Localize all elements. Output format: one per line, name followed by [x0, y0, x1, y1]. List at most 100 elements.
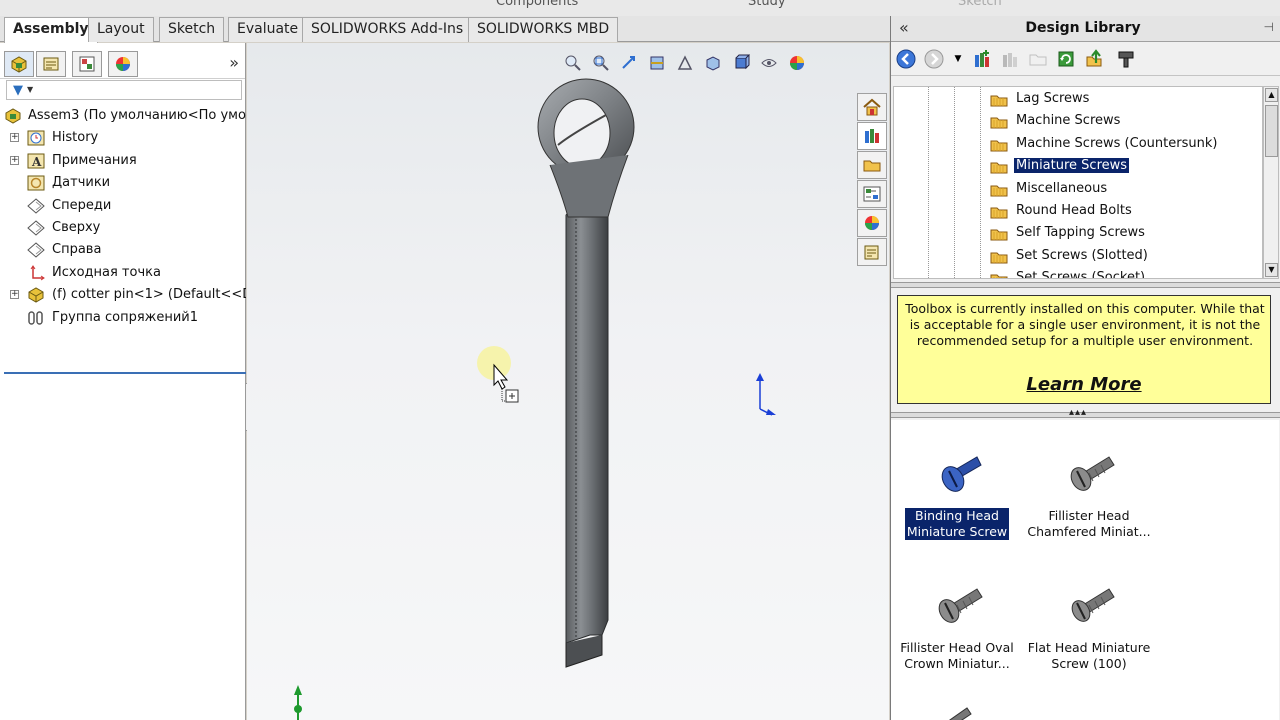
tree-item-mates[interactable]: Группа сопряжений1	[0, 307, 246, 329]
task-pane-custom-properties-tab[interactable]	[857, 238, 887, 266]
task-pane-file-explorer-tab[interactable]	[857, 151, 887, 179]
back-arrow-icon[interactable]	[895, 48, 917, 70]
sensor-icon	[27, 175, 45, 191]
tree-item-sensors[interactable]: Датчики	[0, 172, 246, 194]
property-manager-tab[interactable]	[36, 51, 66, 77]
library-item-fillister-head-chamfered[interactable]: Fillister Head Chamfered Miniat...	[1023, 438, 1155, 540]
folder-item-selected[interactable]: Miniature Screws	[984, 156, 1262, 178]
folder-tree-scrollbar[interactable]: ▲ ▼	[1263, 86, 1279, 279]
previous-view-icon[interactable]	[618, 53, 640, 73]
tab-evaluate[interactable]: Evaluate	[228, 17, 308, 42]
folder-item[interactable]: Self Tapping Screws	[984, 223, 1262, 245]
tree-item-label: Сверху	[52, 219, 101, 235]
ribbon-study-label[interactable]: Study	[748, 0, 786, 9]
tab-sketch[interactable]: Sketch	[159, 17, 225, 42]
configuration-manager-tab[interactable]	[72, 51, 102, 77]
design-library-icon	[865, 129, 879, 143]
folder-item[interactable]: Set Screws (Slotted)	[984, 246, 1262, 268]
svg-text:A: A	[31, 155, 42, 169]
task-pane-view-palette-tab[interactable]	[857, 180, 887, 208]
tree-guide-line	[954, 87, 955, 278]
hide-show-items-icon[interactable]	[758, 53, 780, 73]
pin-icon[interactable]: ⊣	[1264, 20, 1274, 34]
feature-tree-tab[interactable]	[4, 51, 34, 77]
up-one-level-icon[interactable]	[1083, 48, 1105, 70]
zoom-to-fit-icon[interactable]	[562, 53, 584, 73]
tree-item-assembly[interactable]: Assem3 (По умолчанию<По умолч	[0, 105, 246, 127]
folder-item[interactable]: Round Head Bolts	[984, 201, 1262, 223]
pane-splitter[interactable]	[891, 282, 1280, 288]
add-file-location-icon[interactable]	[999, 48, 1021, 70]
design-library-folder-tree: Lag Screws Machine Screws Machine Screws…	[893, 86, 1263, 279]
origin-triad-icon	[294, 685, 302, 720]
folder-item[interactable]: Machine Screws (Countersunk)	[984, 134, 1262, 156]
display-style-icon[interactable]	[730, 53, 752, 73]
cotter-pin-model[interactable]	[532, 75, 642, 675]
history-dropdown-icon[interactable]: ▼	[947, 48, 969, 70]
scroll-thumb[interactable]	[1265, 105, 1278, 157]
tree-item-label: Датчики	[52, 175, 111, 191]
feature-tree-filter[interactable]: ▼ ▼	[6, 80, 242, 100]
tree-item-label: History	[52, 130, 99, 146]
cursor-pointer-icon	[477, 346, 519, 403]
forward-arrow-icon[interactable]	[923, 48, 945, 70]
tab-solidworks-mbd[interactable]: SOLIDWORKS MBD	[468, 17, 619, 42]
ribbon-sketch-label[interactable]: Sketch	[958, 0, 1002, 9]
tab-solidworks-add-ins[interactable]: SOLIDWORKS Add-Ins	[302, 17, 473, 42]
display-manager-tab[interactable]	[108, 51, 138, 77]
tree-item-origin[interactable]: Исходная точка	[0, 262, 246, 284]
expand-icon[interactable]: +	[10, 133, 19, 143]
tab-assembly[interactable]: Assembly	[4, 17, 98, 43]
tree-item-top-plane[interactable]: Сверху	[0, 217, 246, 239]
expand-icon[interactable]: +	[10, 155, 19, 165]
zoom-area-icon[interactable]	[590, 53, 612, 73]
edit-appearance-icon[interactable]	[786, 53, 808, 73]
tree-item-label: Примечания	[52, 152, 137, 168]
tree-item-history[interactable]: + History	[0, 127, 246, 149]
design-library-title: Design Library	[1025, 20, 1141, 36]
scroll-down-arrow-icon[interactable]: ▼	[1265, 263, 1278, 277]
pane-splitter[interactable]: ▴▴▴	[891, 407, 1280, 418]
tab-layout[interactable]: Layout	[88, 17, 154, 42]
library-item-flat-head-miniature[interactable]: Flat Head Miniature Screw (100)	[1023, 570, 1155, 672]
folder-label: Set Screws (Socket)	[1016, 270, 1146, 279]
tree-item-right-plane[interactable]: Справа	[0, 239, 246, 261]
toolbox-icon[interactable]	[1115, 48, 1137, 70]
expand-icon[interactable]: +	[10, 290, 19, 300]
folder-icon	[990, 162, 1008, 174]
library-item-fillister-head-oval[interactable]: Fillister Head Oval Crown Miniatur...	[891, 570, 1023, 672]
folder-item[interactable]: Set Screws (Socket)	[984, 268, 1262, 279]
feature-tree: Assem3 (По умолчанию<По умолч + History …	[0, 105, 246, 329]
tree-item-annotations[interactable]: + A Примечания	[0, 150, 246, 172]
library-item-binding-head[interactable]: Binding Head Miniature Screw	[891, 438, 1023, 541]
dynamic-annotation-icon[interactable]	[674, 53, 696, 73]
screw-thumbnail	[1023, 438, 1155, 508]
folder-icon	[990, 274, 1008, 278]
create-new-folder-icon[interactable]	[1027, 48, 1049, 70]
graphics-viewport[interactable]	[247, 43, 889, 720]
folder-item[interactable]: Machine Screws	[984, 111, 1262, 133]
more-tabs-chevron[interactable]: »	[229, 53, 239, 72]
folder-label: Miniature Screws	[1012, 157, 1131, 175]
learn-more-link[interactable]: Learn More	[898, 374, 1270, 395]
ribbon-components-label[interactable]: Components	[496, 0, 578, 9]
view-orientation-icon[interactable]	[702, 53, 724, 73]
tree-item-cotter-pin[interactable]: + (f) cotter pin<1> (Default<<De	[0, 284, 246, 306]
folder-label: Round Head Bolts	[1016, 203, 1132, 218]
library-item-partial[interactable]	[891, 702, 1023, 720]
tree-item-front-plane[interactable]: Спереди	[0, 195, 246, 217]
tree-rollback-bar[interactable]	[4, 372, 246, 374]
task-pane-home-tab[interactable]	[857, 93, 887, 121]
task-pane-design-library-tab[interactable]	[857, 122, 887, 150]
refresh-icon[interactable]	[1055, 48, 1077, 70]
section-view-icon[interactable]	[646, 53, 668, 73]
add-to-library-icon[interactable]	[971, 48, 993, 70]
folder-item[interactable]: Miscellaneous	[984, 179, 1262, 201]
home-icon	[863, 98, 881, 116]
folder-item[interactable]: Lag Screws	[984, 89, 1262, 111]
plane-icon	[27, 197, 45, 214]
design-library-toolbar: ▼	[891, 42, 1280, 76]
filter-dropdown-icon[interactable]: ▼	[27, 85, 33, 94]
scroll-up-arrow-icon[interactable]: ▲	[1265, 88, 1278, 102]
task-pane-appearances-tab[interactable]	[857, 209, 887, 237]
